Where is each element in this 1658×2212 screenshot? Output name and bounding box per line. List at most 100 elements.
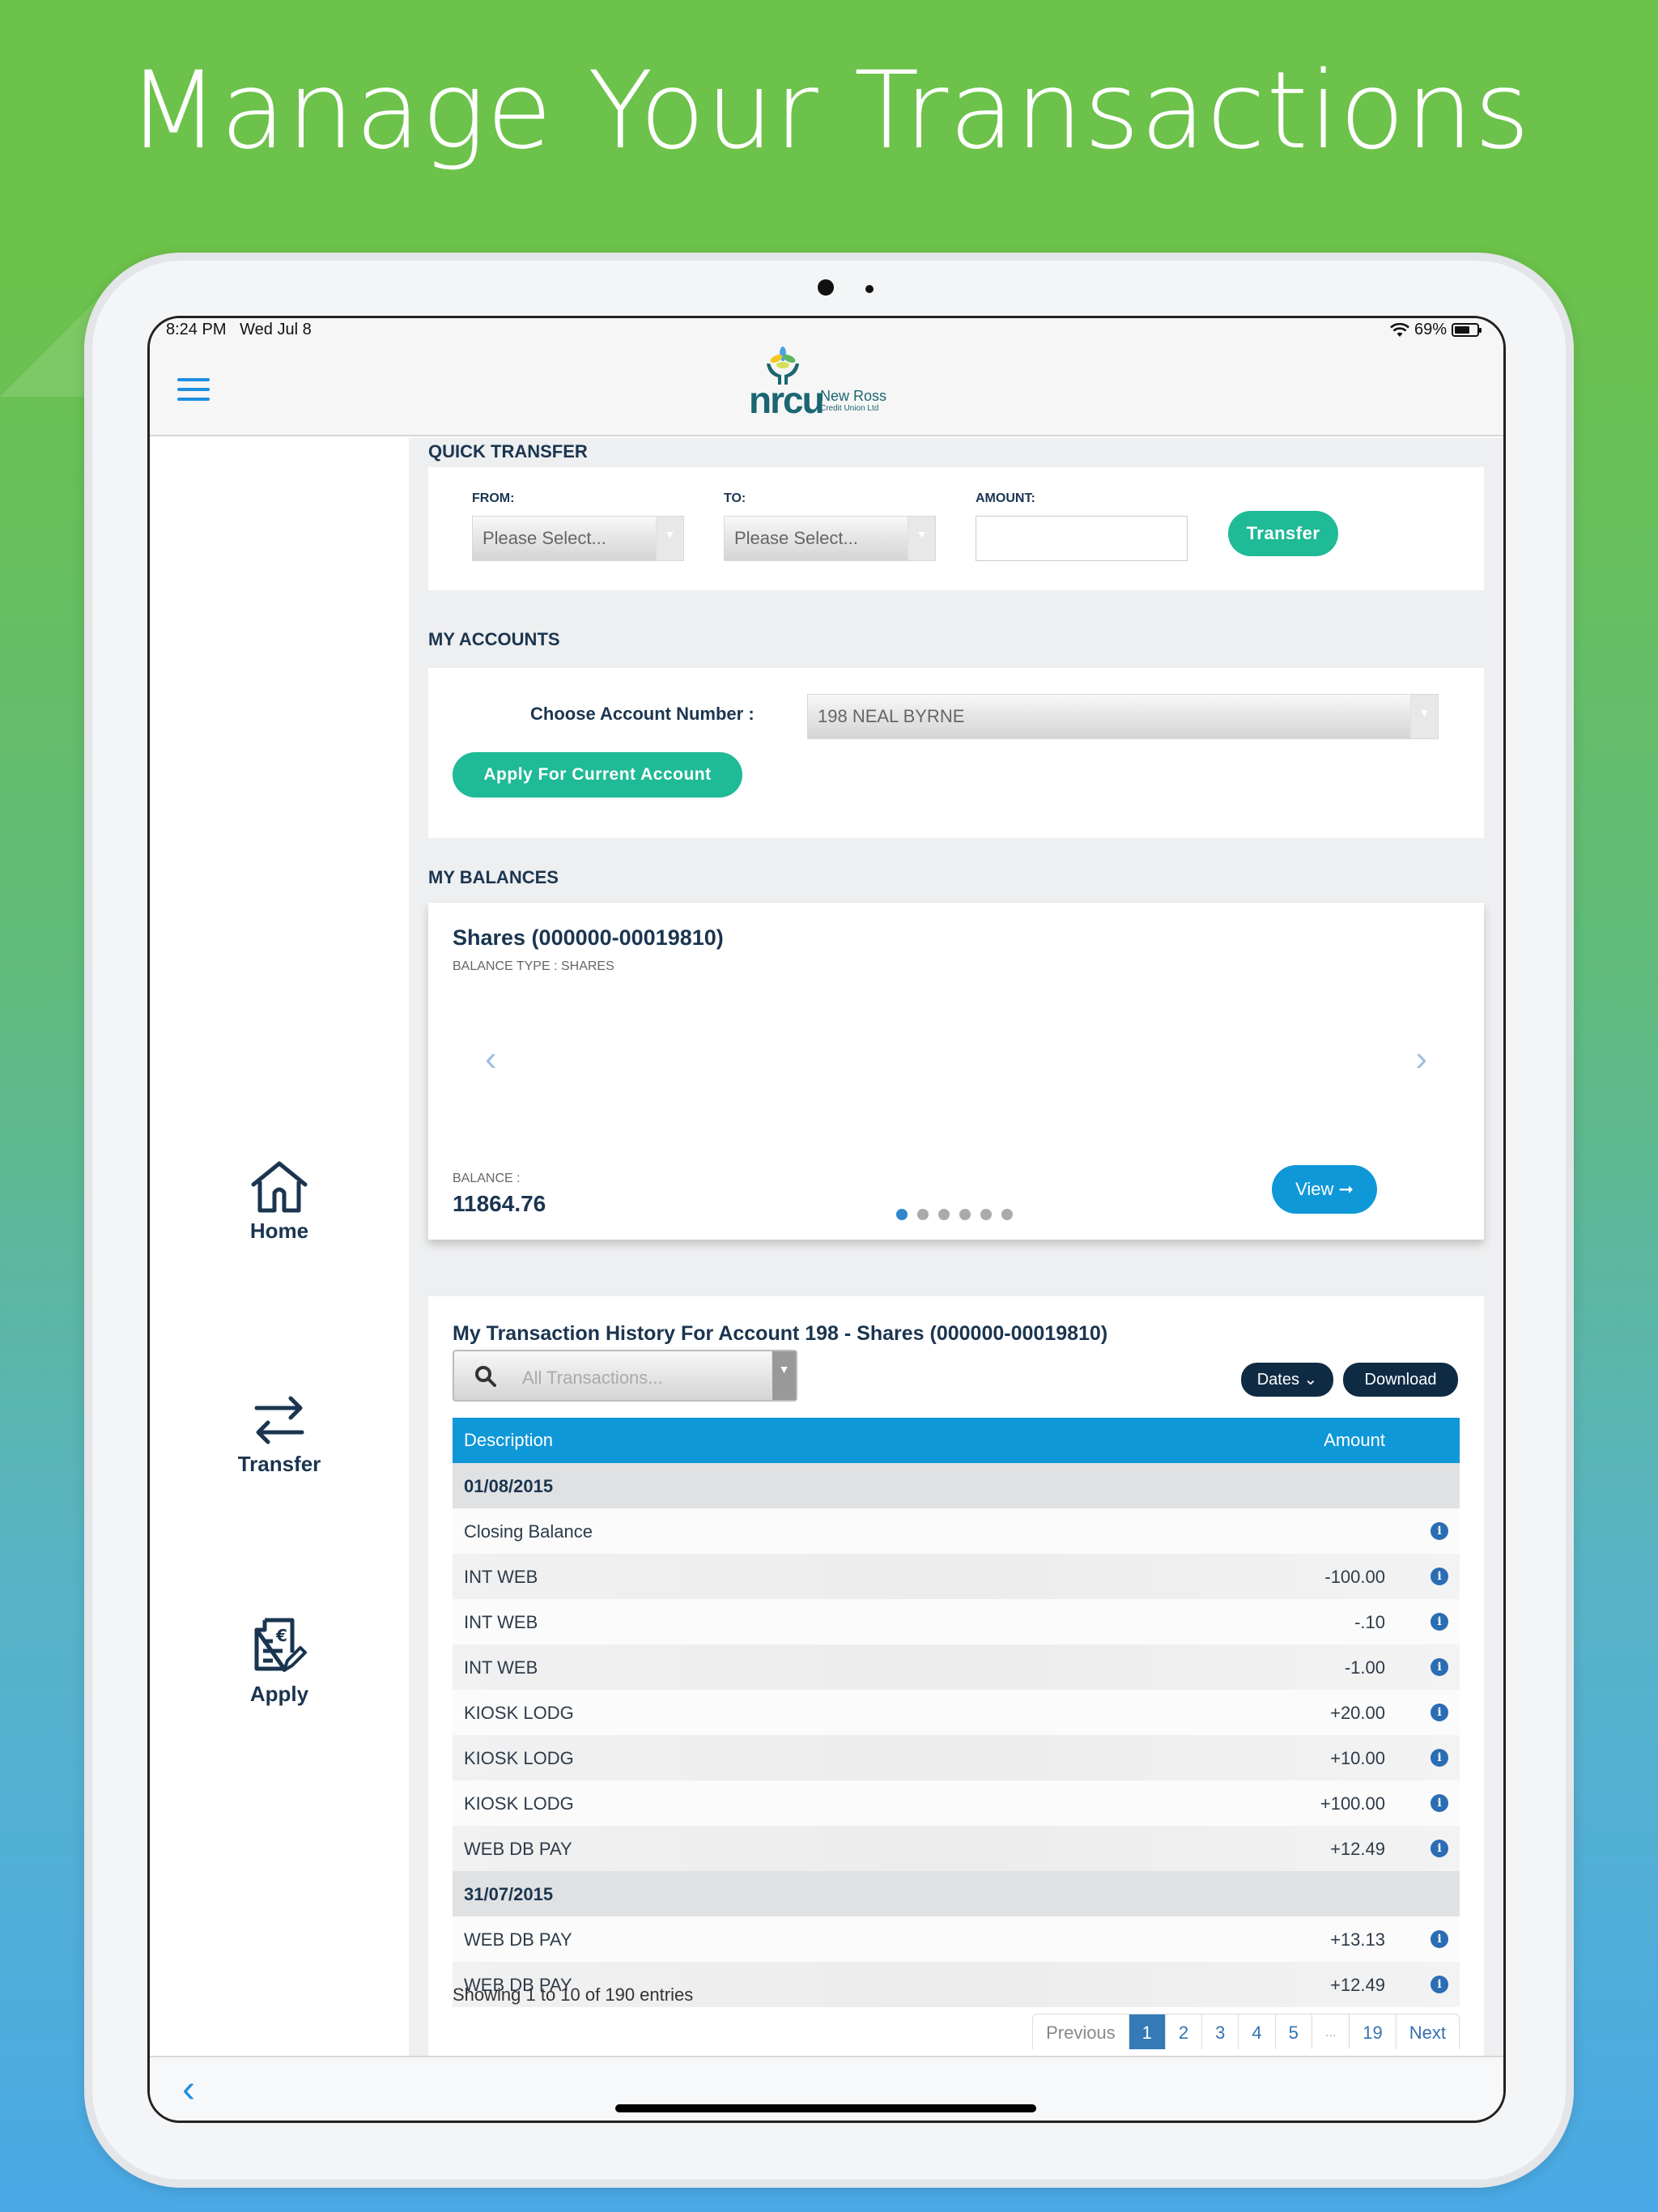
table-date-group-row: 31/07/2015 — [453, 1871, 1460, 1916]
chevron-down-icon: ▼ — [908, 517, 935, 560]
carousel-dot[interactable] — [980, 1209, 992, 1220]
row-amount: -1.00 — [1344, 1657, 1385, 1678]
balance-type: BALANCE TYPE : SHARES — [453, 959, 614, 973]
download-button[interactable]: Download — [1343, 1363, 1458, 1397]
battery-fill — [1455, 326, 1469, 334]
amount-label: AMOUNT: — [976, 491, 1035, 505]
row-amount: -.10 — [1354, 1612, 1385, 1632]
info-icon[interactable]: i — [1431, 1658, 1448, 1676]
row-amount: +20.00 — [1330, 1703, 1385, 1723]
to-select[interactable]: Please Select... ▼ — [724, 516, 936, 561]
table-row[interactable]: KIOSK LODG +20.00 i — [453, 1690, 1460, 1735]
column-description: Description — [464, 1430, 554, 1450]
sidebar-item-transfer[interactable]: Transfer — [150, 1392, 409, 1477]
row-description: WEB DB PAY — [464, 1839, 572, 1859]
row-amount: +13.13 — [1330, 1929, 1385, 1950]
my-accounts-panel: Choose Account Number : 198 NEAL BYRNE ▼… — [428, 668, 1484, 838]
sidebar-item-label: Apply — [249, 1682, 309, 1706]
info-icon[interactable]: i — [1431, 1613, 1448, 1631]
pagination-page[interactable]: 5 — [1276, 2014, 1312, 2049]
carousel-dot[interactable] — [917, 1209, 929, 1220]
info-icon[interactable]: i — [1431, 1522, 1448, 1540]
table-row[interactable]: INT WEB -1.00 i — [453, 1644, 1460, 1690]
carousel-dot[interactable] — [896, 1209, 908, 1220]
pagination-next[interactable]: Next — [1397, 2014, 1459, 2049]
pagination-page[interactable]: 3 — [1202, 2014, 1239, 2049]
chevron-down-icon: ▼ — [772, 1351, 796, 1400]
info-icon[interactable]: i — [1431, 1930, 1448, 1948]
info-icon[interactable]: i — [1431, 1794, 1448, 1812]
status-right: 69% — [1390, 321, 1482, 339]
wifi-icon — [1390, 322, 1409, 337]
row-description: Closing Balance — [464, 1521, 593, 1542]
row-amount: +12.49 — [1330, 1839, 1385, 1859]
info-icon[interactable]: i — [1431, 1568, 1448, 1585]
svg-text:€: € — [275, 1626, 287, 1645]
pagination-page[interactable]: 1 — [1129, 2014, 1166, 2049]
home-indicator[interactable] — [615, 2104, 1036, 2112]
sidebar-item-apply[interactable]: € Apply — [150, 1617, 409, 1707]
carousel-dots — [896, 1209, 1013, 1220]
status-time-date: 8:24 PM Wed Jul 8 — [166, 321, 312, 339]
app-header: nrcu New Ross Credit Union Ltd — [150, 342, 1503, 436]
carousel-dot[interactable] — [938, 1209, 950, 1220]
status-date: Wed Jul 8 — [240, 321, 312, 338]
sidebar-item-label: Transfer — [237, 1452, 321, 1476]
my-accounts-title: MY ACCOUNTS — [428, 629, 560, 649]
balance-label: BALANCE : — [453, 1172, 521, 1185]
quick-transfer-title: QUICK TRANSFER — [428, 441, 588, 462]
home-icon — [251, 1161, 308, 1213]
info-icon[interactable]: i — [1431, 1704, 1448, 1721]
info-icon[interactable]: i — [1431, 1840, 1448, 1857]
carousel-prev-icon[interactable]: ‹ — [485, 1039, 497, 1079]
transaction-filter-select[interactable]: All Transactions... ▼ — [453, 1350, 797, 1402]
from-select[interactable]: Please Select... ▼ — [472, 516, 684, 561]
camera-icon — [818, 279, 834, 296]
table-row[interactable]: INT WEB -100.00 i — [453, 1554, 1460, 1599]
transfer-arrows-icon — [254, 1396, 304, 1444]
carousel-dot[interactable] — [959, 1209, 971, 1220]
table-row[interactable]: KIOSK LODG +10.00 i — [453, 1735, 1460, 1780]
hamburger-menu-icon[interactable] — [177, 378, 210, 402]
sidebar-item-home[interactable]: Home — [150, 1159, 409, 1244]
row-amount: -100.00 — [1324, 1567, 1385, 1587]
search-icon — [475, 1366, 496, 1387]
nrcu-logo: nrcu New Ross Credit Union Ltd — [749, 346, 911, 421]
info-icon[interactable]: i — [1431, 1749, 1448, 1767]
table-date-group-row: 01/08/2015 — [453, 1463, 1460, 1508]
table-row[interactable]: Closing Balance i — [453, 1508, 1460, 1554]
table-row[interactable]: KIOSK LODG +100.00 i — [453, 1780, 1460, 1826]
bottom-toolbar: ‹ — [150, 2056, 1503, 2121]
headline: Manage Your Transactions — [127, 49, 1531, 173]
row-date: 31/07/2015 — [464, 1884, 554, 1904]
pagination-page[interactable]: 4 — [1239, 2014, 1276, 2049]
chevron-down-icon: ▼ — [656, 517, 683, 560]
from-label: FROM: — [472, 491, 515, 505]
pagination-page[interactable]: 2 — [1166, 2014, 1203, 2049]
table-row[interactable]: WEB DB PAY +12.49 i — [453, 1826, 1460, 1871]
row-amount: +100.00 — [1320, 1793, 1385, 1814]
pagination-previous[interactable]: Previous — [1033, 2014, 1129, 2049]
main-content: QUICK TRANSFER FROM: Please Select... ▼ … — [409, 438, 1503, 2056]
table-row[interactable]: WEB DB PAY +13.13 i — [453, 1916, 1460, 1962]
carousel-dot[interactable] — [1001, 1209, 1013, 1220]
account-select[interactable]: 198 NEAL BYRNE ▼ — [807, 694, 1439, 739]
transaction-filter-placeholder: All Transactions... — [522, 1368, 663, 1388]
info-icon[interactable]: i — [1431, 1976, 1448, 1993]
balance-card: Shares (000000-00019810) BALANCE TYPE : … — [428, 903, 1484, 1240]
view-balance-button[interactable]: View ➞ — [1272, 1165, 1377, 1214]
dates-button[interactable]: Dates ⌄ — [1241, 1363, 1333, 1397]
table-row[interactable]: INT WEB -.10 i — [453, 1599, 1460, 1644]
column-amount: Amount — [1324, 1430, 1385, 1450]
back-chevron-icon[interactable]: ‹ — [182, 2067, 195, 2112]
row-amount: +10.00 — [1330, 1748, 1385, 1768]
amount-input[interactable] — [976, 516, 1188, 561]
apply-current-account-button[interactable]: Apply For Current Account — [453, 752, 742, 798]
pagination-ellipsis: ... — [1312, 2014, 1350, 2049]
pagination-page[interactable]: 19 — [1350, 2014, 1397, 2049]
carousel-next-icon[interactable]: › — [1415, 1039, 1427, 1079]
quick-transfer-panel: FROM: Please Select... ▼ TO: Please Sele… — [428, 467, 1484, 590]
logo-subtitle: Credit Union Ltd — [820, 404, 879, 413]
transfer-button[interactable]: Transfer — [1228, 511, 1338, 556]
balance-value: 11864.76 — [453, 1191, 546, 1216]
